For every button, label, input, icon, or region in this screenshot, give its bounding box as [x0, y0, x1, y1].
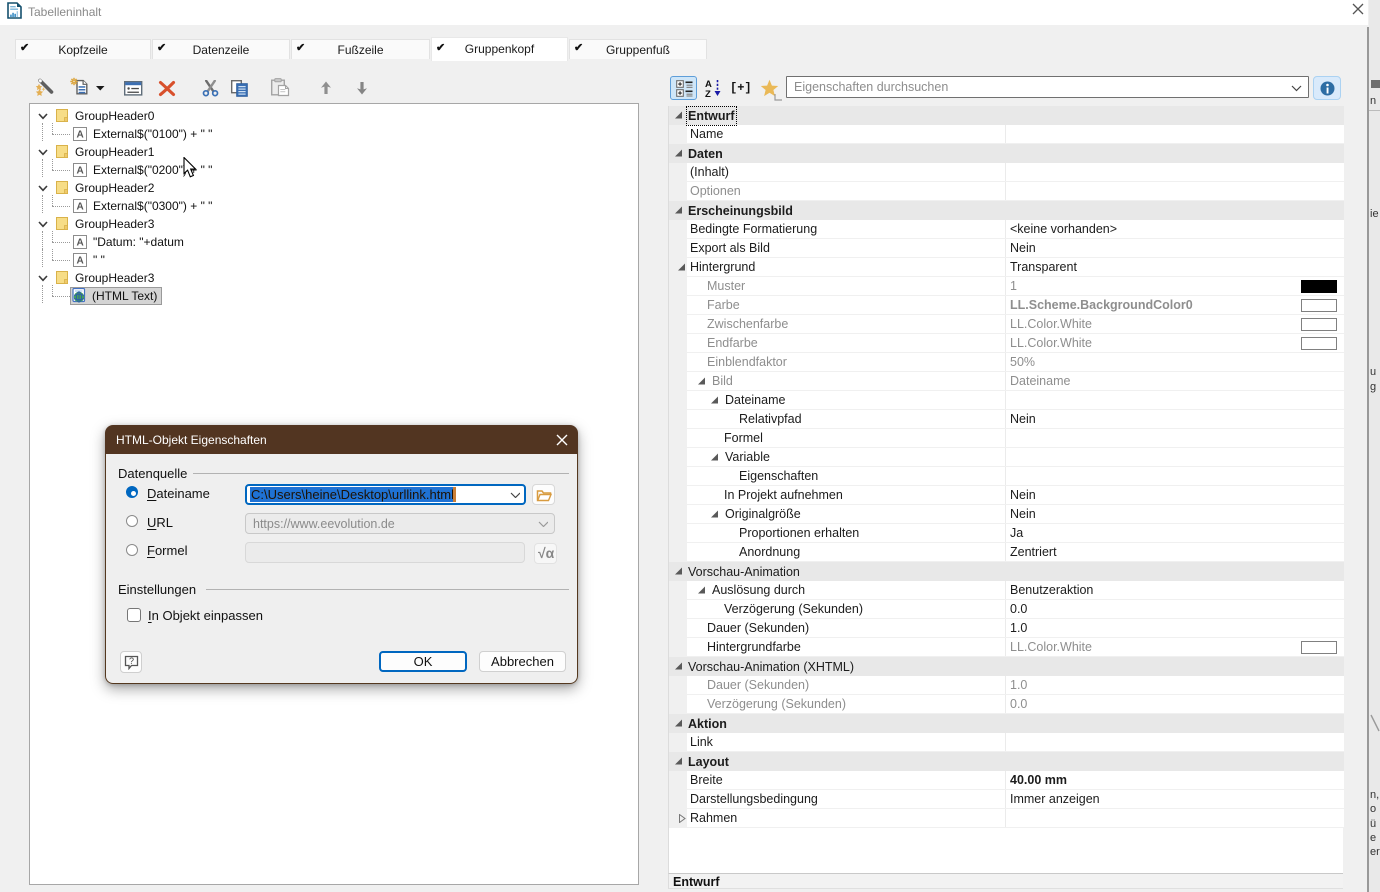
svg-text:A: A	[77, 238, 84, 249]
svg-text:A: A	[77, 256, 84, 267]
svg-text:A: A	[77, 166, 84, 177]
svg-text:A: A	[77, 130, 84, 141]
svg-text:Z: Z	[705, 89, 711, 98]
svg-text:A: A	[77, 202, 84, 213]
svg-text:?: ?	[129, 656, 134, 666]
